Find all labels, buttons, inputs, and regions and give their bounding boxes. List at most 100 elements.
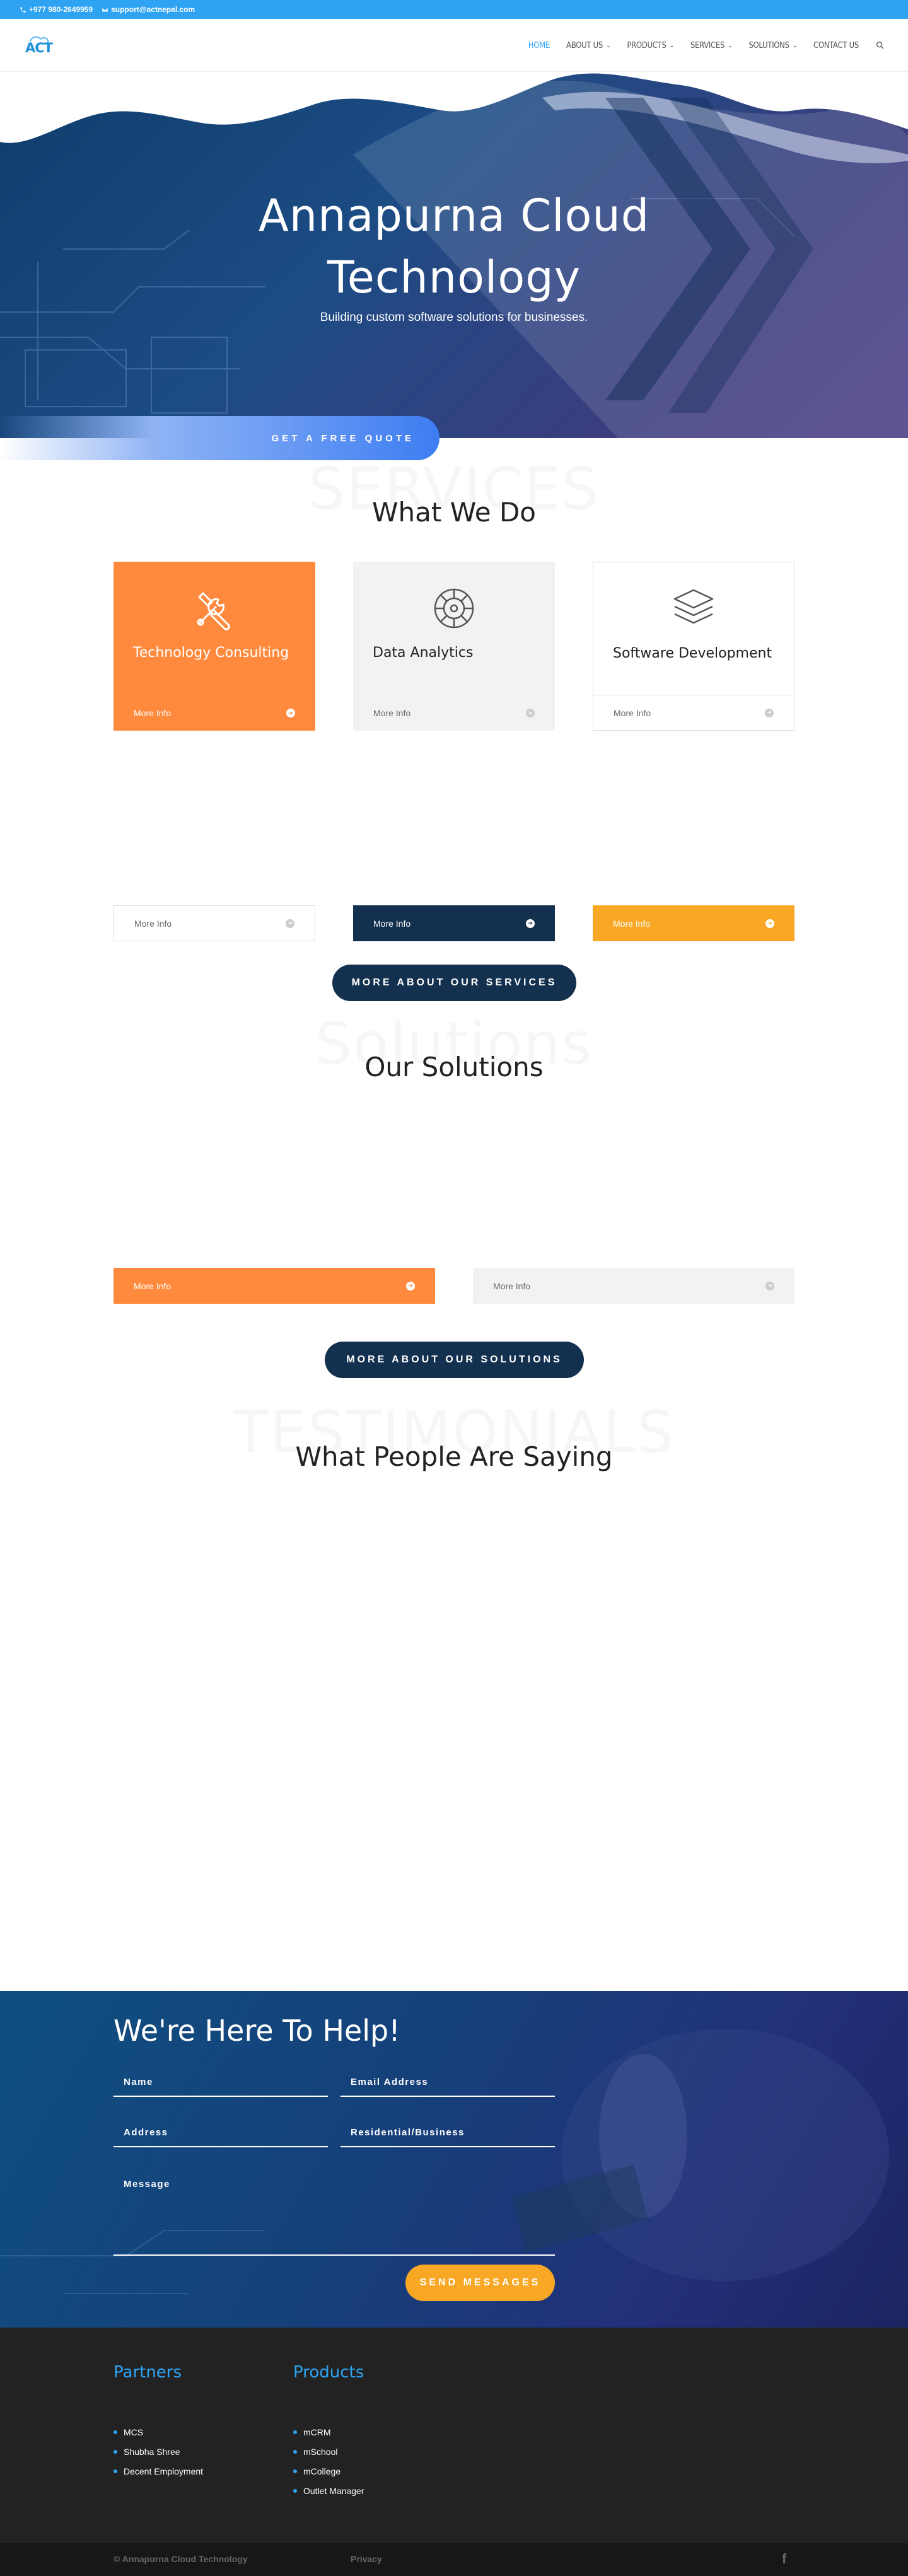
arrow-circle-icon: ➔ bbox=[765, 708, 774, 717]
envelope-icon bbox=[102, 7, 108, 12]
email-address: support@actnepal.com bbox=[111, 5, 195, 14]
facebook-icon[interactable]: f bbox=[782, 2551, 786, 2567]
main-nav: HOME ABOUT US ⌄ PRODUCTS ⌄ SERVICES ⌄ SOLUT… bbox=[528, 19, 885, 72]
chevron-down-icon: ⌄ bbox=[669, 42, 675, 49]
nav-products-label: PRODUCTS bbox=[627, 40, 666, 50]
more-info-link[interactable]: More Info ➔ bbox=[114, 1268, 435, 1304]
address-field[interactable]: Address bbox=[114, 2121, 328, 2147]
more-info-label: More Info bbox=[134, 918, 172, 929]
privacy-link[interactable]: Privacy bbox=[351, 2554, 382, 2564]
more-info-label: More Info bbox=[373, 708, 411, 718]
get-free-quote-button[interactable]: GET A FREE QUOTE bbox=[0, 416, 439, 460]
service-card-data-analytics[interactable]: Data Analytics More Info ➔ bbox=[353, 562, 555, 731]
products-column: Products mCRM mSchool mCollege Outlet Ma… bbox=[293, 2363, 364, 2500]
partners-list: MCS Shubha Shree Decent Employment bbox=[114, 2422, 203, 2481]
site-footer: Partners MCS Shubha Shree Decent Employm… bbox=[0, 2328, 908, 2543]
message-field[interactable]: Message bbox=[114, 2173, 555, 2256]
address-placeholder: Address bbox=[124, 2127, 168, 2138]
nav-solutions[interactable]: SOLUTIONS ⌄ bbox=[748, 41, 797, 50]
product-link[interactable]: Outlet Manager bbox=[293, 2481, 364, 2500]
more-info-link[interactable]: More Info ➔ bbox=[473, 1268, 794, 1304]
phone-icon bbox=[20, 6, 26, 13]
phone-contact[interactable]: +977 980-2649959 bbox=[20, 5, 93, 14]
more-info-link[interactable]: More Info ➔ bbox=[353, 905, 555, 941]
more-about-solutions-button[interactable]: MORE ABOUT OUR SOLUTIONS bbox=[325, 1342, 584, 1378]
chevron-down-icon: ⌄ bbox=[728, 42, 733, 49]
email-contact[interactable]: support@actnepal.com bbox=[102, 5, 195, 14]
more-info-link[interactable]: More Info ➔ bbox=[114, 695, 315, 731]
testimonials-title: What People Are Saying bbox=[295, 1441, 613, 1472]
products-list: mCRM mSchool mCollege Outlet Manager bbox=[293, 2422, 364, 2500]
hero-subtitle: Building custom software solutions for b… bbox=[320, 311, 588, 324]
hero-section: Annapurna Cloud Technology Building cust… bbox=[0, 73, 908, 438]
card-title: Data Analytics bbox=[373, 645, 474, 661]
phone-number: +977 980-2649959 bbox=[29, 5, 93, 14]
more-info-label: More Info bbox=[493, 1280, 531, 1291]
more-info-link[interactable]: More Info ➔ bbox=[593, 695, 794, 730]
type-placeholder: Residential/Business bbox=[351, 2127, 465, 2138]
more-info-link[interactable]: More Info ➔ bbox=[114, 905, 315, 941]
nav-about-us[interactable]: ABOUT US ⌄ bbox=[566, 40, 611, 50]
product-link[interactable]: mCRM bbox=[293, 2422, 364, 2442]
nav-solutions-label: SOLUTIONS bbox=[748, 40, 789, 50]
email-placeholder: Email Address bbox=[351, 2077, 429, 2087]
residential-business-field[interactable]: Residential/Business bbox=[340, 2121, 555, 2147]
quote-button-label: GET A FREE QUOTE bbox=[271, 432, 414, 444]
chevron-down-icon: ⌄ bbox=[606, 42, 611, 49]
logo-text: ACT bbox=[25, 40, 53, 55]
partners-column: Partners MCS Shubha Shree Decent Employm… bbox=[114, 2363, 203, 2481]
nav-contact-label: CONTACT US bbox=[813, 40, 859, 50]
product-link[interactable]: mSchool bbox=[293, 2442, 364, 2461]
services-title: What We Do bbox=[372, 497, 536, 528]
more-about-services-label: MORE ABOUT OUR SERVICES bbox=[351, 977, 557, 988]
hero-title-line-1: Annapurna Cloud bbox=[258, 190, 650, 241]
hero-title: Annapurna Cloud Technology bbox=[0, 185, 908, 308]
contact-title: We're Here To Help! bbox=[114, 2014, 400, 2048]
nav-about-label: ABOUT US bbox=[566, 40, 603, 50]
more-info-label: More Info bbox=[614, 707, 651, 718]
card-title: Software Development bbox=[613, 646, 772, 661]
tools-icon bbox=[197, 592, 230, 630]
arrow-circle-icon: ➔ bbox=[286, 919, 294, 928]
service-card-technology-consulting[interactable]: Technology Consulting More Info ➔ bbox=[114, 562, 315, 731]
message-placeholder: Message bbox=[124, 2179, 170, 2190]
product-link[interactable]: mCollege bbox=[293, 2461, 364, 2481]
nav-home-label: HOME bbox=[528, 40, 550, 50]
more-info-label: More Info bbox=[613, 918, 651, 929]
arrow-circle-icon: ➔ bbox=[526, 919, 535, 928]
top-bar: +977 980-2649959 support@actnepal.com bbox=[0, 0, 908, 19]
more-info-label: More Info bbox=[134, 708, 172, 718]
service-card-software-development[interactable]: Software Development More Info ➔ bbox=[593, 562, 794, 731]
send-messages-button[interactable]: SEND MESSAGES bbox=[405, 2265, 555, 2301]
nav-products[interactable]: PRODUCTS ⌄ bbox=[627, 41, 674, 50]
name-placeholder: Name bbox=[124, 2077, 153, 2087]
more-info-link[interactable]: More Info ➔ bbox=[353, 695, 555, 731]
more-info-label: More Info bbox=[373, 918, 411, 929]
more-about-solutions-label: MORE ABOUT OUR SOLUTIONS bbox=[346, 1354, 562, 1365]
arrow-circle-icon: ➔ bbox=[406, 1281, 415, 1291]
footer-bottom-bar: © Annapurna Cloud Technology Privacy f bbox=[0, 2543, 908, 2576]
name-field[interactable]: Name bbox=[114, 2070, 328, 2097]
partner-link[interactable]: Shubha Shree bbox=[114, 2442, 203, 2461]
nav-home[interactable]: HOME bbox=[528, 41, 550, 50]
chevron-down-icon: ⌄ bbox=[792, 42, 798, 49]
arrow-circle-icon: ➔ bbox=[526, 709, 535, 717]
nav-contact-us[interactable]: CONTACT US bbox=[813, 41, 859, 50]
site-header: ACT HOME ABOUT US ⌄ PRODUCTS ⌄ SERVICES ⌄ S… bbox=[0, 19, 908, 72]
copyright-text: © Annapurna Cloud Technology bbox=[114, 2554, 248, 2564]
site-logo[interactable]: ACT bbox=[23, 33, 55, 57]
more-about-services-button[interactable]: MORE ABOUT OUR SERVICES bbox=[332, 965, 576, 1001]
search-icon[interactable] bbox=[875, 40, 885, 50]
more-info-link[interactable]: More Info ➔ bbox=[593, 905, 794, 941]
partner-link[interactable]: Decent Employment bbox=[114, 2461, 203, 2481]
layers-icon bbox=[673, 589, 714, 624]
send-button-label: SEND MESSAGES bbox=[419, 2277, 541, 2288]
partners-title: Partners bbox=[114, 2363, 182, 2382]
nav-services[interactable]: SERVICES ⌄ bbox=[690, 41, 733, 50]
arrow-circle-icon: ➔ bbox=[765, 1281, 774, 1291]
email-field[interactable]: Email Address bbox=[340, 2070, 555, 2097]
partner-link[interactable]: MCS bbox=[114, 2422, 203, 2442]
arrow-circle-icon: ➔ bbox=[286, 709, 295, 717]
analytics-icon bbox=[434, 588, 474, 629]
hero-title-line-2: Technology bbox=[327, 252, 581, 303]
